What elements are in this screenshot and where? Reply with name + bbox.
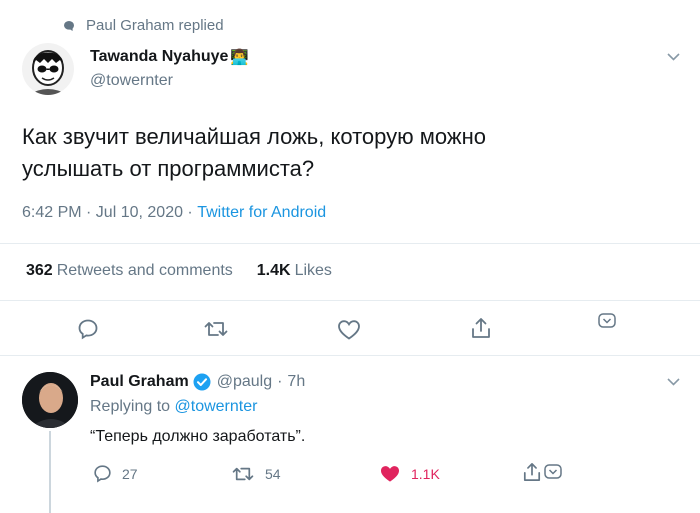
- replying-prefix: Replying to: [90, 398, 175, 415]
- avatar-reply[interactable]: [22, 372, 78, 428]
- likes-count[interactable]: 1.4K: [257, 262, 291, 280]
- retweet-icon[interactable]: [204, 319, 228, 339]
- replied-context: Paul Graham replied: [63, 17, 224, 34]
- share-icon[interactable]: [523, 462, 541, 482]
- comment-bubble-icon: [63, 20, 75, 32]
- verified-badge-icon: [193, 373, 211, 391]
- likes-label[interactable]: Likes: [295, 262, 332, 280]
- share-icon[interactable]: [471, 317, 491, 339]
- thread-line: [49, 431, 51, 513]
- reply-action[interactable]: 27: [93, 464, 138, 483]
- chevron-down-icon[interactable]: [544, 464, 562, 480]
- divider: [0, 243, 700, 244]
- main-tweet-source[interactable]: Twitter for Android: [197, 204, 326, 222]
- replied-label: Paul Graham replied: [86, 17, 224, 34]
- comment-bubble-icon[interactable]: [93, 464, 112, 483]
- main-tweet-timestamp[interactable]: 6:42 PM · Jul 10, 2020 ·: [22, 204, 197, 222]
- retweet-action[interactable]: 54: [232, 465, 281, 483]
- retweets-count[interactable]: 362: [26, 262, 53, 280]
- replying-handle[interactable]: @towernter: [175, 398, 258, 416]
- heart-icon[interactable]: [338, 320, 360, 340]
- reply-time[interactable]: 7h: [287, 373, 305, 391]
- main-author-handle[interactable]: @towernter: [90, 72, 173, 90]
- like-action[interactable]: 1.1K: [380, 465, 440, 483]
- chevron-down-icon[interactable]: [667, 378, 680, 386]
- main-tweet-meta: 6:42 PM · Jul 10, 2020 · Twitter for And…: [22, 204, 326, 222]
- main-tweet-text: Как звучит величайшая ложь, которую можн…: [22, 124, 486, 181]
- meta-separator: ·: [277, 373, 283, 390]
- reply-author-name[interactable]: Paul Graham: [90, 373, 189, 391]
- replying-to: Replying to @towernter: [90, 398, 257, 416]
- technologist-emoji: 👨‍💻: [230, 49, 250, 66]
- chevron-down-icon[interactable]: [667, 53, 680, 61]
- reply-author-handle[interactable]: @paulg: [217, 373, 272, 391]
- retweet-count: 54: [265, 466, 281, 482]
- divider: [0, 300, 700, 301]
- comment-bubble-icon[interactable]: [77, 318, 99, 340]
- like-count: 1.1K: [411, 466, 440, 482]
- main-author-row: Tawanda Nyahuye 👨‍💻: [90, 48, 249, 66]
- reply-count: 27: [122, 465, 138, 482]
- reply-author-row: Paul Graham @paulg · 7h: [90, 373, 305, 391]
- avatar-main[interactable]: [22, 43, 74, 95]
- chevron-down-icon[interactable]: [598, 313, 616, 329]
- retweets-label[interactable]: Retweets and comments: [57, 262, 233, 280]
- reply-tweet-text: “Теперь должно заработать”.: [90, 428, 306, 445]
- divider: [0, 355, 700, 356]
- retweet-icon[interactable]: [232, 465, 254, 483]
- main-tweet-stats: 362 Retweets and comments 1.4K Likes: [26, 262, 332, 280]
- share-action[interactable]: [523, 462, 562, 482]
- main-author-name[interactable]: Tawanda Nyahuye: [90, 48, 228, 66]
- heart-icon[interactable]: [380, 465, 400, 483]
